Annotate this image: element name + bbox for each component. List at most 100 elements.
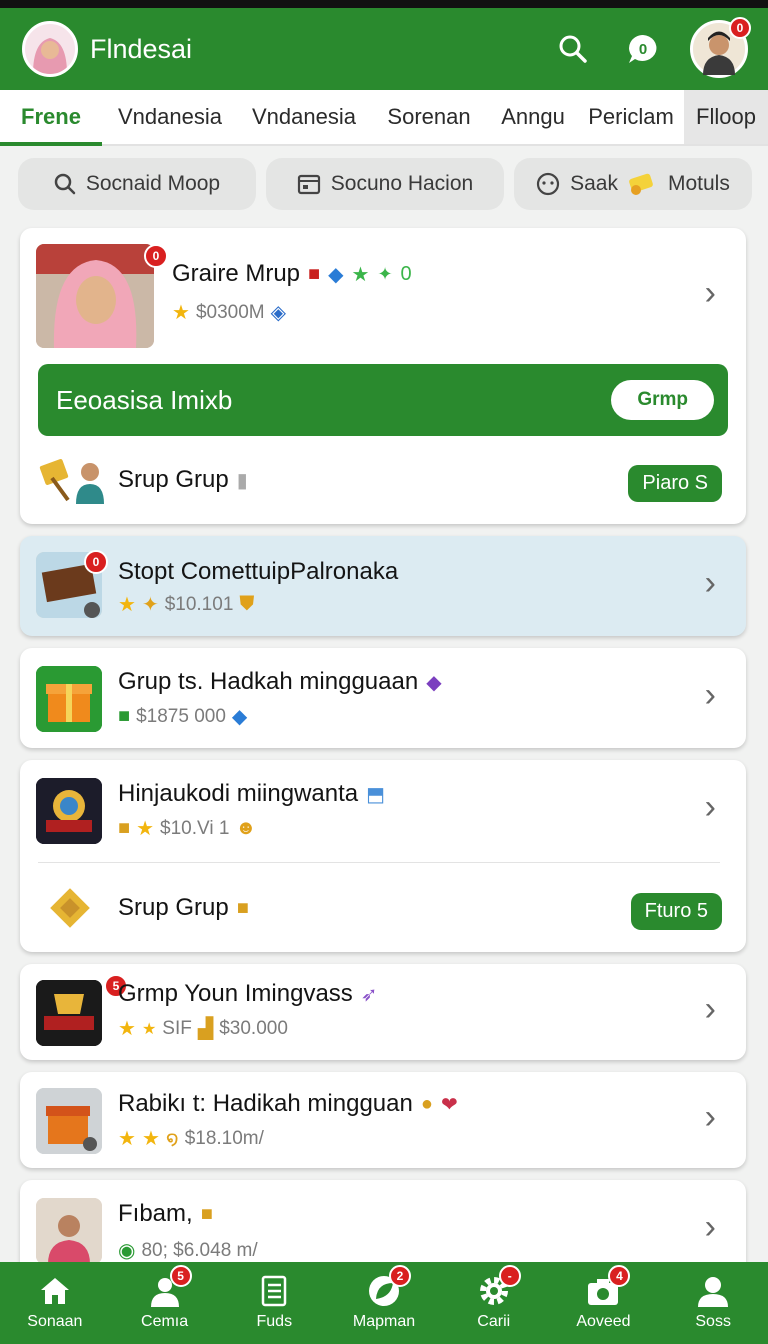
tab-periclam[interactable]: Periclam xyxy=(578,90,684,144)
chat-count: 0 xyxy=(639,41,647,58)
chip-emoji[interactable]: Saak Motuls xyxy=(514,158,752,210)
notification-badge: 0 xyxy=(729,17,751,39)
chevron-right-icon[interactable]: › xyxy=(705,274,716,313)
list-item[interactable]: Grup ts. Hadkah mingguaan ◆ ■ $1875 000 … xyxy=(20,648,746,748)
nav-item-profile[interactable]: Soss xyxy=(658,1262,768,1344)
tab-vndanesia-1[interactable]: Vndanesia xyxy=(102,90,238,144)
list-item[interactable]: 0 Stopt ComettuipPalronaka ★ ✦ $10.101 ⛊… xyxy=(20,536,746,636)
blue-box-icon: ◆ xyxy=(231,706,248,728)
chip-label: Socuno Hacion xyxy=(330,172,474,195)
nav-item-home[interactable]: Sonaan xyxy=(0,1262,110,1344)
sparkle-icon: ✦ xyxy=(141,594,159,616)
item-thumb xyxy=(36,1198,102,1264)
chevron-right-icon[interactable]: › xyxy=(705,1098,716,1137)
nav-icon-wrap: 5 xyxy=(148,1265,192,1307)
item-title: Fıbam, xyxy=(118,1200,193,1227)
ticket-sticker-icon xyxy=(629,173,653,195)
item-value: $10.101 xyxy=(164,593,234,615)
gold-coin-icon: ● xyxy=(420,1092,433,1115)
star-icon: ★ xyxy=(136,818,155,840)
nav-label: Sonaan xyxy=(27,1313,83,1330)
item-title-row: Rabikı t: Hadikah mingguan ● ❤ xyxy=(118,1090,458,1118)
item-thumb xyxy=(36,666,102,732)
item-meta: ◉ 80; $6.048 m/ xyxy=(118,1238,258,1263)
nav-badge-count: 2 xyxy=(396,1269,404,1283)
item-value: 80; $6.048 m/ xyxy=(141,1239,258,1261)
chevron-right-icon[interactable]: › xyxy=(705,788,716,827)
treasure-box-icon: ■ xyxy=(236,896,249,919)
item-thumb xyxy=(36,1088,102,1154)
nav-badge: 2 xyxy=(389,1265,412,1287)
sub-item-pill[interactable]: Fturo 5 xyxy=(630,893,722,930)
list-item[interactable]: 5 Grmp Youn Imingvass ➶ ★ ★ SIF ▟ $30.00… xyxy=(20,964,746,1060)
item-meta: ★ ✦ $10.101 ⛊ xyxy=(118,592,254,617)
nav-item-settings[interactable]: - Carii xyxy=(439,1262,549,1344)
promo-banner[interactable]: Eeoasisa Imixb Grmp xyxy=(38,364,728,436)
avatar-portrait-icon xyxy=(25,24,75,74)
nav-item-leaf[interactable]: 2 Mapman xyxy=(329,1262,439,1344)
nav-item-list[interactable]: Fuds xyxy=(219,1262,329,1344)
tab-flloop[interactable]: Flloop xyxy=(684,90,768,144)
item-meta: ■ ★ $10.Vi 1 ☻ xyxy=(118,816,256,841)
chip-search[interactable]: Socnaid Moop xyxy=(18,158,256,210)
group-title-row: Graire Mrup ■ ◆ ★ ✦ 0 xyxy=(172,260,412,288)
featured-group-card[interactable]: 0 Graire Mrup ■ ◆ ★ ✦ 0 ★ $0300M ◈ › Eeo… xyxy=(20,228,746,524)
feather-icon: ➶ xyxy=(360,983,378,1006)
item-prefix: SIF xyxy=(162,1017,192,1039)
nav-badge-count: 5 xyxy=(177,1269,184,1283)
nav-item-person[interactable]: 5 Cemıa xyxy=(110,1262,220,1344)
tag-icon: ⬒ xyxy=(366,783,386,806)
list-item[interactable]: Rabikı t: Hadikah mingguan ● ❤ ★ ★ ໑ $18… xyxy=(20,1072,746,1168)
item-value: $18.10m/ xyxy=(184,1127,264,1149)
tab-frene[interactable]: Frene xyxy=(0,90,102,146)
shield-icon: ⛊ xyxy=(239,593,255,615)
category-tabs: Frene Vndanesia Vndanesia Sorenan Anngu … xyxy=(0,90,768,146)
treasure-box-icon: ■ xyxy=(200,1202,213,1225)
item-meta: ★ ★ ໑ $18.10m/ xyxy=(118,1126,264,1151)
search-button[interactable] xyxy=(550,26,596,72)
star-icon: ★ xyxy=(118,1128,136,1150)
item-meta: ★ ★ SIF ▟ $30.000 xyxy=(118,1016,288,1041)
item-value: $30.000 xyxy=(219,1017,288,1039)
list-item[interactable]: Hinjaukodi miingwanta ⬒ ■ ★ $10.Vi 1 ☻ ›… xyxy=(20,760,746,952)
item-thumb xyxy=(36,980,102,1046)
chip-calendar[interactable]: Socuno Hacion xyxy=(266,158,504,210)
item-title: Hinjaukodi miingwanta xyxy=(118,780,359,807)
green-box-icon: ■ xyxy=(118,705,131,727)
chevron-right-icon[interactable]: › xyxy=(705,1208,716,1247)
badge-emblem-icon xyxy=(36,778,102,844)
star-icon: ★ xyxy=(118,594,136,616)
purple-box-icon: ◆ xyxy=(426,671,442,694)
user-avatar[interactable] xyxy=(22,21,78,77)
tab-sorenan[interactable]: Sorenan xyxy=(370,90,488,144)
item-title: Rabikı t: Hadikah mingguan xyxy=(118,1090,413,1117)
chevron-right-icon[interactable]: › xyxy=(705,990,716,1029)
nav-item-camera[interactable]: 4 Aoveed xyxy=(549,1262,659,1344)
salt-shaker-icon: ▮ xyxy=(236,469,248,492)
tab-anngu[interactable]: Anngu xyxy=(488,90,578,144)
tab-vndanesia-2[interactable]: Vndanesia xyxy=(238,90,370,144)
filter-chips: Socnaid Moop Socuno Hacion Saak Motuls xyxy=(18,158,752,210)
app-bar: Flndesai 0 0 xyxy=(0,8,768,90)
profile-icon xyxy=(698,1277,729,1307)
group-title: Graire Mrup xyxy=(172,260,301,287)
sub-group-pill[interactable]: Piaro S xyxy=(628,465,722,502)
group-value: $0300M xyxy=(195,301,265,323)
item-title: Grup ts. Hadkah mingguaan xyxy=(118,668,419,695)
nav-icon-wrap: 2 xyxy=(367,1265,412,1307)
sub-item-title-row: Srup Grup ■ xyxy=(118,894,249,922)
chevron-right-icon[interactable]: › xyxy=(705,676,716,715)
podium-icon: ▟ xyxy=(197,1018,214,1040)
item-thumb xyxy=(36,778,102,844)
home-icon xyxy=(40,1278,69,1304)
nav-badge: 5 xyxy=(169,1265,192,1287)
chevron-right-icon[interactable]: › xyxy=(705,564,716,603)
banner-button[interactable]: Grmp xyxy=(611,380,714,420)
nav-label: Aoveed xyxy=(576,1313,631,1330)
star-icon: ★ xyxy=(172,302,190,324)
search-icon xyxy=(54,173,76,195)
search-icon xyxy=(559,35,587,63)
chat-button[interactable]: 0 xyxy=(620,26,666,72)
profile-avatar[interactable]: 0 xyxy=(690,17,751,78)
app-title: Flndesai xyxy=(90,33,193,64)
